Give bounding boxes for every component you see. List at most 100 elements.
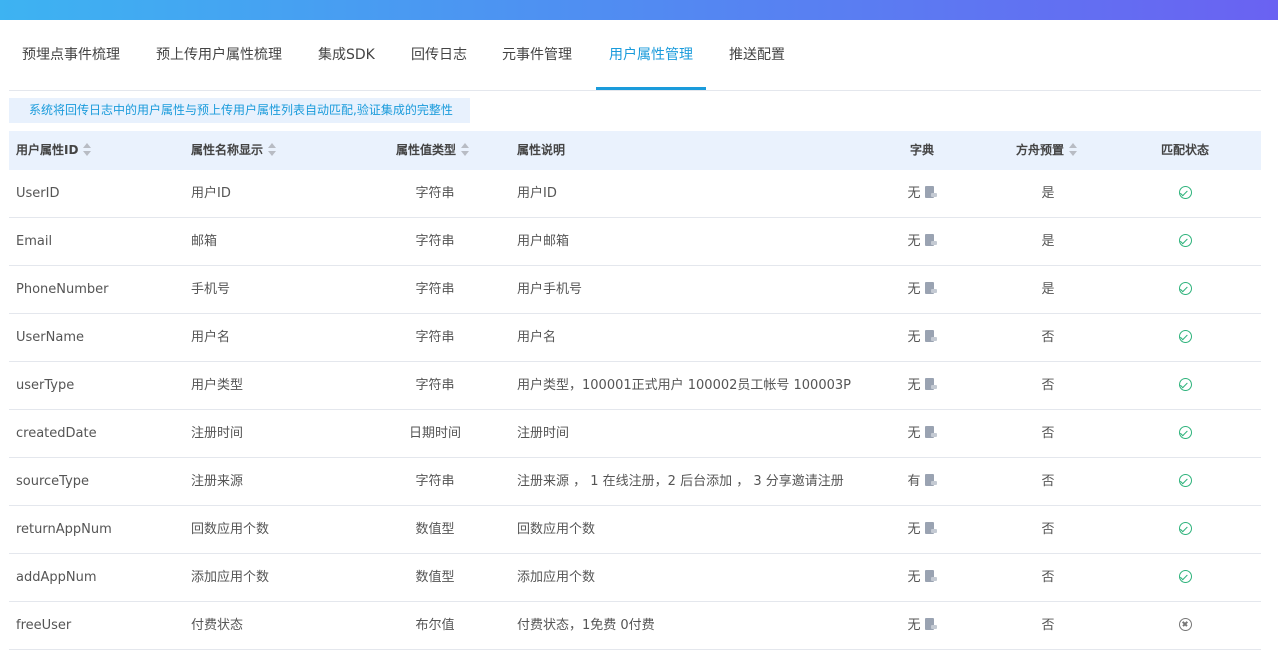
dictionary-icon[interactable] — [924, 330, 937, 343]
value-type-cell: 字符串 — [415, 282, 455, 297]
description-cell: 用户手机号 — [517, 282, 583, 297]
header-dictionary: 字典 — [910, 143, 935, 157]
match-status-cell — [1135, 266, 1235, 313]
value-type-cell: 字符串 — [415, 474, 455, 489]
dictionary-cell: 无 — [889, 314, 955, 361]
table-row: freeUser 付费状态 布尔值 付费状态，1免费 0付费 无 否 — [9, 602, 1261, 650]
check-circle-icon — [1178, 522, 1192, 535]
header-attribute-name[interactable]: 属性名称显示 — [191, 131, 277, 170]
attribute-id-cell: returnAppNum — [16, 522, 112, 537]
dictionary-icon[interactable] — [924, 426, 937, 439]
value-type-cell: 布尔值 — [415, 618, 455, 633]
attribute-name-cell: 用户ID — [191, 186, 231, 201]
value-type-cell: 字符串 — [415, 234, 455, 249]
match-status-cell — [1135, 218, 1235, 265]
dictionary-icon[interactable] — [924, 618, 937, 631]
check-circle-icon — [1178, 378, 1192, 391]
tab-push-config[interactable]: 推送配置 — [729, 20, 785, 90]
value-type-cell: 数值型 — [415, 522, 455, 537]
dictionary-icon[interactable] — [924, 522, 937, 535]
table-row: addAppNum 添加应用个数 数值型 添加应用个数 无 否 — [9, 554, 1261, 602]
dictionary-icon[interactable] — [924, 474, 937, 487]
tab-user-attribute-management[interactable]: 用户属性管理 — [609, 20, 693, 90]
ark-preset-cell: 否 — [1041, 378, 1055, 393]
header-description: 属性说明 — [517, 143, 566, 157]
check-circle-icon — [1178, 186, 1192, 199]
description-cell: 注册时间 — [517, 426, 570, 441]
top-gradient-bar — [0, 0, 1278, 20]
description-cell: 用户邮箱 — [517, 234, 570, 249]
dictionary-icon[interactable] — [924, 234, 937, 247]
sort-icon[interactable] — [461, 142, 470, 157]
description-cell: 用户类型，100001正式用户 100002员工帐号 100003P — [517, 378, 851, 393]
attribute-name-cell: 回数应用个数 — [191, 522, 270, 537]
table-row: userType 用户类型 字符串 用户类型，100001正式用户 100002… — [9, 362, 1261, 410]
dictionary-icon[interactable] — [924, 378, 937, 391]
header-value-type[interactable]: 属性值类型 — [396, 131, 470, 170]
tab-callback-logs[interactable]: 回传日志 — [411, 20, 467, 90]
value-type-cell: 字符串 — [415, 186, 455, 201]
table-row: returnAppNum 回数应用个数 数值型 回数应用个数 无 否 — [9, 506, 1261, 554]
ark-preset-cell: 否 — [1041, 474, 1055, 489]
description-cell: 用户ID — [517, 186, 557, 201]
ark-preset-cell: 是 — [1041, 282, 1055, 297]
active-tab-indicator — [596, 87, 706, 90]
dictionary-cell: 无 — [889, 506, 955, 553]
match-status-cell — [1135, 458, 1235, 505]
attribute-id-cell: UserName — [16, 330, 84, 345]
value-type-cell: 字符串 — [415, 378, 455, 393]
tab-integrate-sdk[interactable]: 集成SDK — [318, 20, 375, 90]
tab-preupload-user-attributes[interactable]: 预上传用户属性梳理 — [156, 20, 282, 90]
sort-icon[interactable] — [1069, 142, 1078, 157]
table-row: PhoneNumber 手机号 字符串 用户手机号 无 是 — [9, 266, 1261, 314]
match-status-cell — [1135, 554, 1235, 601]
dictionary-cell: 无 — [889, 554, 955, 601]
dictionary-icon[interactable] — [924, 570, 937, 583]
table-row: UserID 用户ID 字符串 用户ID 无 是 — [9, 170, 1261, 218]
attribute-name-cell: 注册来源 — [191, 474, 244, 489]
header-attribute-id[interactable]: 用户属性ID — [16, 131, 92, 170]
check-circle-icon — [1178, 282, 1192, 295]
dictionary-value: 有 — [907, 474, 921, 489]
sort-icon[interactable] — [83, 142, 92, 157]
attribute-id-cell: userType — [16, 378, 75, 393]
check-circle-icon — [1178, 426, 1192, 439]
attribute-name-cell: 邮箱 — [191, 234, 218, 249]
attribute-name-cell: 付费状态 — [191, 618, 244, 633]
table-header: 用户属性ID 属性名称显示 属性值类型 属性说明 字典 方舟预置 匹配状态 — [9, 131, 1261, 170]
ark-preset-cell: 是 — [1041, 186, 1055, 201]
match-status-cell — [1135, 362, 1235, 409]
value-type-cell: 数值型 — [415, 570, 455, 585]
ark-preset-cell: 否 — [1041, 522, 1055, 537]
header-ark-preset[interactable]: 方舟预置 — [1016, 131, 1078, 170]
dictionary-cell: 有 — [889, 458, 955, 505]
dictionary-icon[interactable] — [924, 186, 937, 199]
check-circle-icon — [1178, 570, 1192, 583]
dictionary-value: 无 — [907, 378, 921, 393]
attribute-id-cell: sourceType — [16, 474, 90, 489]
dictionary-cell: 无 — [889, 602, 955, 649]
user-attribute-table: 用户属性ID 属性名称显示 属性值类型 属性说明 字典 方舟预置 匹配状态 Us… — [9, 131, 1261, 650]
table-row: UserName 用户名 字符串 用户名 无 否 — [9, 314, 1261, 362]
dictionary-value: 无 — [907, 282, 921, 297]
match-status-cell — [1135, 506, 1235, 553]
sort-icon[interactable] — [268, 142, 277, 157]
dictionary-cell: 无 — [889, 218, 955, 265]
dictionary-cell: 无 — [889, 266, 955, 313]
description-cell: 付费状态，1免费 0付费 — [517, 618, 655, 633]
attribute-name-cell: 用户名 — [191, 330, 231, 345]
ark-preset-cell: 否 — [1041, 426, 1055, 441]
check-circle-icon — [1178, 234, 1192, 247]
tab-bar: 预埋点事件梳理 预上传用户属性梳理 集成SDK 回传日志 元事件管理 用户属性管… — [9, 20, 1261, 91]
tab-preset-events[interactable]: 预埋点事件梳理 — [22, 20, 120, 90]
dictionary-cell: 无 — [889, 170, 955, 217]
check-circle-icon — [1178, 330, 1192, 343]
value-type-cell: 日期时间 — [408, 426, 461, 441]
description-cell: 添加应用个数 — [517, 570, 596, 585]
attribute-id-cell: addAppNum — [16, 570, 97, 585]
value-type-cell: 字符串 — [415, 330, 455, 345]
tab-meta-events[interactable]: 元事件管理 — [502, 20, 572, 90]
dictionary-icon[interactable] — [924, 282, 937, 295]
description-cell: 注册来源 ， 1 在线注册，2 后台添加 ， 3 分享邀请注册 — [517, 474, 844, 489]
dictionary-value: 无 — [907, 570, 921, 585]
